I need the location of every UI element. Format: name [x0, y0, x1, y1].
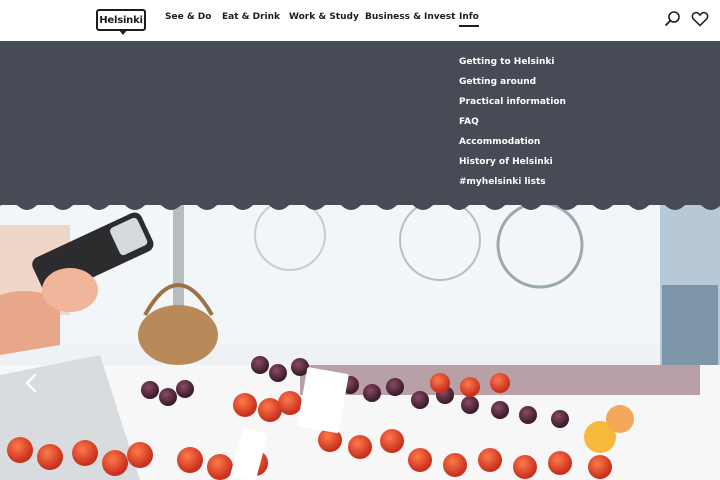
menu-item-myhelsinki-lists[interactable]: #myhelsinki lists: [459, 176, 566, 196]
wave-divider: [0, 200, 720, 210]
helsinki-logo[interactable]: Helsinki: [96, 9, 146, 35]
menu-item-history-of-helsinki[interactable]: History of Helsinki: [459, 156, 566, 176]
info-menu: Getting to Helsinki Getting around Pract…: [459, 56, 566, 196]
heart-icon[interactable]: [691, 10, 709, 28]
nav-business-and-invest[interactable]: Business & Invest: [365, 12, 455, 22]
chevron-left-icon[interactable]: [22, 372, 40, 394]
info-dropdown-panel: Getting to Helsinki Getting around Pract…: [0, 41, 720, 213]
nav-eat-and-drink[interactable]: Eat & Drink: [222, 12, 280, 22]
nav-see-and-do[interactable]: See & Do: [165, 12, 211, 22]
menu-item-getting-to-helsinki[interactable]: Getting to Helsinki: [459, 56, 566, 76]
search-icon[interactable]: [664, 10, 682, 28]
menu-item-accommodation[interactable]: Accommodation: [459, 136, 566, 156]
nav-work-and-study[interactable]: Work & Study: [289, 12, 359, 22]
hero-image: [0, 205, 720, 480]
menu-item-practical-information[interactable]: Practical information: [459, 96, 566, 116]
market-photo: [0, 205, 720, 480]
menu-item-faq[interactable]: FAQ: [459, 116, 566, 136]
site-header: Helsinki See & Do Eat & Drink Work & Stu…: [0, 0, 720, 41]
nav-info[interactable]: Info: [459, 12, 479, 27]
menu-item-getting-around[interactable]: Getting around: [459, 76, 566, 96]
